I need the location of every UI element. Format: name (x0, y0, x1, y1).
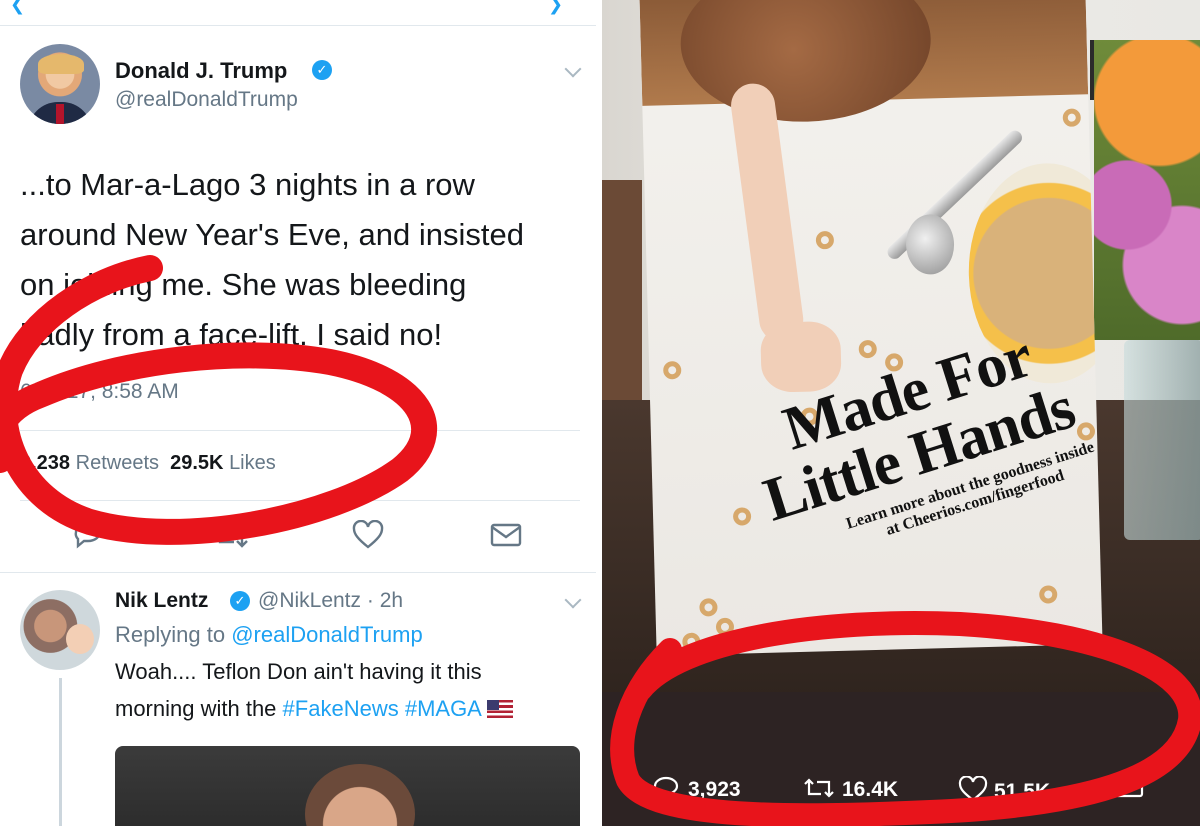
reply-time: · 2h (366, 589, 404, 612)
thread-line (59, 678, 62, 826)
retweet-icon[interactable] (802, 776, 836, 800)
message-icon[interactable] (490, 522, 522, 548)
flowers (1094, 40, 1200, 340)
photo-retweets-count: 16.4K (842, 778, 899, 801)
reply-line-1: Woah.... Teflon Don ain't having it this (115, 659, 482, 684)
tweet-text: ...to Mar-a-Lago 3 nights in a row aroun… (20, 160, 580, 360)
reply-line-2: morning with the #FakeNews #MAGA (115, 696, 513, 722)
cereal-box: Made For Little Hands Learn more about t… (639, 0, 1103, 656)
hashtag-maga[interactable]: #MAGA (405, 696, 481, 721)
divider (0, 572, 596, 573)
verified-badge-icon: ✓ (312, 60, 332, 80)
tweet-line: around New Year's Eve, and insisted (20, 217, 524, 252)
tweet-stats: 9,238 Retweets 29.5K Likes (20, 452, 276, 475)
photo-replies-count: 3,923 (688, 778, 741, 801)
reply-avatar[interactable] (20, 590, 100, 670)
divider (20, 500, 580, 501)
hashtag-fakenews[interactable]: #FakeNews (283, 696, 399, 721)
photo-likes-count: 51.5K (994, 780, 1051, 803)
verified-badge-icon: ✓ (230, 591, 250, 611)
vase (1124, 340, 1200, 540)
photo-like-action[interactable]: 51.5K (958, 775, 1051, 804)
reply-author-handle[interactable]: @NikLentz (258, 589, 361, 612)
photo-action-bar (602, 692, 1200, 826)
tweet-line: on joining me. She was bleeding (20, 267, 467, 302)
retweet-icon[interactable] (212, 522, 250, 550)
likes-count[interactable]: 29.5K (170, 452, 223, 474)
tweet-panel: ❮ ❯ Donald J. Trump ✓ @realDonaldTrump .… (0, 0, 596, 826)
like-icon[interactable] (958, 775, 988, 802)
like-icon[interactable] (352, 520, 384, 550)
chevron-down-icon[interactable] (564, 591, 582, 609)
divider (20, 430, 580, 431)
top-bar: ❮ ❯ (0, 0, 596, 26)
reply-line-2-prefix: morning with the (115, 696, 277, 721)
girl-image (678, 0, 933, 125)
tweet-line: badly from a face-lift. I said no! (20, 317, 443, 352)
replying-to-link[interactable]: @realDonaldTrump (231, 622, 422, 647)
reply-handle-time[interactable]: @NikLentz · 2h (258, 589, 403, 613)
avatar[interactable] (20, 44, 100, 124)
tweet-timestamp[interactable]: 6/29/17, 8:58 AM (20, 380, 179, 404)
retweets-label[interactable]: Retweets (76, 452, 159, 474)
author-name[interactable]: Donald J. Trump (115, 58, 287, 84)
reply-icon[interactable] (652, 776, 682, 801)
photo-retweet-action[interactable]: 16.4K (802, 776, 898, 802)
chevron-down-icon[interactable] (564, 60, 582, 78)
reply-author-name[interactable]: Nik Lentz (115, 589, 208, 613)
background-door (602, 180, 642, 400)
us-flag-icon (486, 700, 513, 718)
back-icon[interactable]: ❮ (10, 0, 32, 14)
replying-prefix: Replying to (115, 622, 226, 647)
message-icon[interactable] (1114, 776, 1144, 800)
likes-label[interactable]: Likes (229, 452, 276, 474)
photo-panel: Made For Little Hands Learn more about t… (602, 0, 1200, 826)
tweet-line: ...to Mar-a-Lago 3 nights in a row (20, 167, 475, 202)
reply-media-image[interactable] (115, 746, 580, 826)
reply-icon[interactable] (72, 520, 106, 550)
author-handle[interactable]: @realDonaldTrump (115, 88, 298, 112)
retweets-count[interactable]: 9,238 (20, 452, 70, 474)
replying-to: Replying to @realDonaldTrump (115, 622, 423, 648)
photo-reply-action[interactable]: 3,923 (652, 776, 741, 802)
compose-icon[interactable]: ❯ (548, 0, 570, 14)
